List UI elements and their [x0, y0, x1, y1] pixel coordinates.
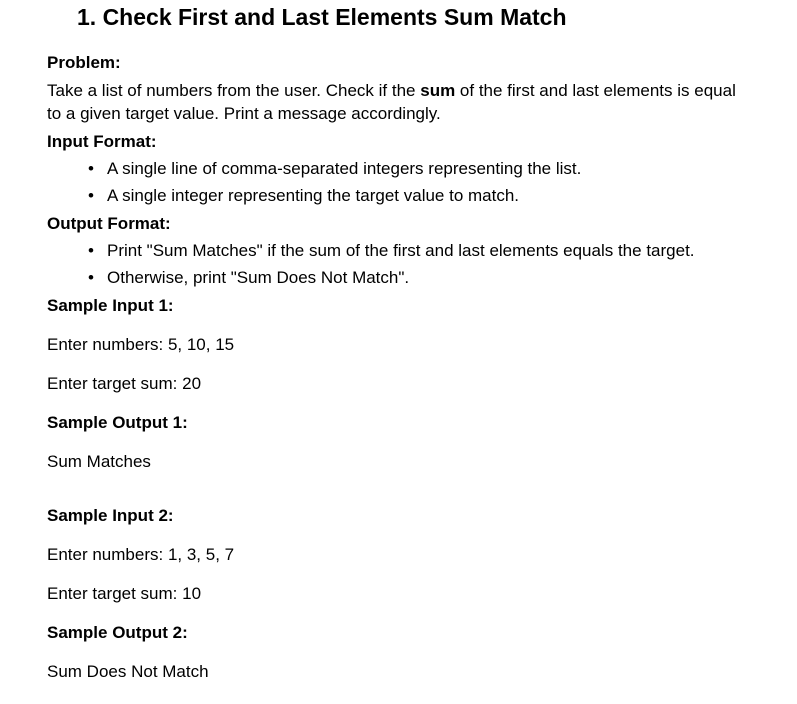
- sample-input-label: Sample Input 1:: [47, 296, 174, 315]
- input-item: A single line of comma-separated integer…: [107, 159, 582, 178]
- output-item: Print "Sum Matches" if the sum of the fi…: [107, 241, 695, 260]
- input-format-label: Input Format:: [47, 132, 157, 151]
- bullet-icon: •: [88, 241, 94, 260]
- output-format-label: Output Format:: [47, 214, 171, 233]
- sample-output-label: Sample Output 1:: [47, 413, 188, 432]
- bullet-icon: •: [88, 159, 94, 178]
- sample-numbers: Enter numbers: 1, 3, 5, 7: [47, 545, 235, 564]
- sample-target: Enter target sum: 10: [47, 584, 202, 603]
- sample-numbers: Enter numbers: 5, 10, 15: [47, 335, 235, 354]
- bold-text: sum: [420, 81, 456, 100]
- bullet-icon: •: [88, 268, 94, 287]
- sample-output-label: Sample Output 2:: [47, 623, 188, 642]
- problem-label: Problem:: [47, 53, 121, 72]
- text: of the first and last elements is equal: [455, 81, 736, 100]
- text: Take a list of numbers from the user. Ch…: [47, 81, 421, 100]
- sample-input-label: Sample Input 2:: [47, 506, 174, 525]
- input-item: A single integer representing the target…: [107, 186, 520, 205]
- problem-line-2: to a given target value. Print a message…: [47, 104, 441, 123]
- problem-line-1: Take a list of numbers from the user. Ch…: [47, 81, 736, 101]
- bullet-icon: •: [88, 186, 94, 205]
- sample-target: Enter target sum: 20: [47, 374, 202, 393]
- document: 1. Check First and Last Elements Sum Mat…: [0, 0, 797, 704]
- sample-output: Sum Does Not Match: [47, 662, 209, 681]
- sample-output: Sum Matches: [47, 452, 151, 471]
- page-title: 1. Check First and Last Elements Sum Mat…: [77, 4, 567, 30]
- output-item: Otherwise, print "Sum Does Not Match".: [107, 268, 410, 287]
